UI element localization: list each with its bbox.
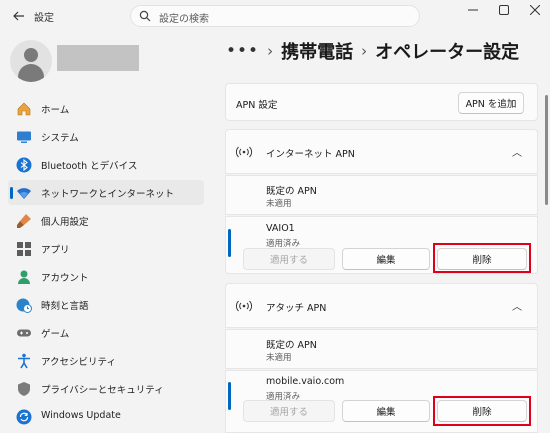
edit-button[interactable]: 編集: [342, 400, 430, 422]
sidebar-item-apps[interactable]: アプリ: [8, 236, 204, 261]
attach-apn-default: 既定の APN 未適用: [225, 329, 538, 369]
search-placeholder: 設定の検索: [159, 14, 209, 25]
add-apn-button[interactable]: APN を追加: [458, 92, 524, 114]
default-apn-label: 既定の APN: [266, 186, 317, 197]
sidebar-item-bluetooth[interactable]: Bluetooth とデバイス: [8, 152, 204, 177]
default-apn-label: 既定の APN: [266, 340, 317, 351]
wifi-icon: [17, 188, 31, 199]
globe-clock-icon: [16, 298, 32, 313]
sidebar-item-label: アプリ: [41, 245, 70, 256]
sidebar-item-label: プライバシーとセキュリティ: [41, 385, 164, 396]
sidebar-nav: ホーム システム Bluetooth とデバイス ネットワークとインターネット …: [8, 96, 204, 432]
maximize-button[interactable]: [489, 0, 519, 20]
search-input[interactable]: 設定の検索: [130, 5, 420, 27]
apply-button[interactable]: 適用する: [243, 248, 335, 270]
update-icon: [16, 409, 32, 425]
app-title: 設定: [34, 13, 54, 24]
sidebar-item-label: ホーム: [41, 105, 70, 116]
breadcrumb-more-button[interactable]: •••: [226, 41, 259, 61]
scrollbar[interactable]: [545, 95, 548, 205]
internet-apn-default: 既定の APN 未適用: [225, 175, 538, 215]
breadcrumb: ••• › 携帯電話 › オペレーター設定: [226, 38, 519, 64]
sidebar-item-gaming[interactable]: ゲーム: [8, 320, 204, 345]
sidebar-item-personalization[interactable]: 個人用設定: [8, 208, 204, 233]
page-title: オペレーター設定: [375, 42, 520, 63]
chevron-right-icon: ›: [361, 42, 368, 60]
attach-apn-header[interactable]: アタッチ APN ︿: [225, 283, 538, 328]
sidebar-item-privacy[interactable]: プライバシーとセキュリティ: [8, 376, 204, 401]
bluetooth-icon: [16, 157, 32, 173]
sidebar-item-label: Bluetooth とデバイス: [41, 161, 138, 172]
selected-indicator: [228, 229, 231, 257]
sidebar-item-home[interactable]: ホーム: [8, 96, 204, 121]
paintbrush-icon: [17, 214, 31, 228]
sidebar-item-windows-update[interactable]: Windows Update: [8, 404, 204, 429]
internet-apn-title: インターネット APN: [266, 149, 355, 160]
sidebar-item-time-language[interactable]: 時刻と言語: [8, 292, 204, 317]
person-icon: [18, 270, 30, 284]
sidebar-item-label: アクセシビリティ: [41, 357, 116, 368]
minimize-button[interactable]: [458, 0, 488, 20]
avatar[interactable]: [10, 40, 52, 82]
apply-button[interactable]: 適用する: [243, 400, 335, 422]
sidebar-item-label: ゲーム: [41, 329, 70, 340]
internet-apn-header[interactable]: インターネット APN ︿: [225, 129, 538, 174]
sidebar-item-label: アカウント: [41, 273, 89, 284]
sidebar-item-label: ネットワークとインターネット: [41, 189, 175, 200]
sidebar-item-accessibility[interactable]: アクセシビリティ: [8, 348, 204, 373]
title-bar: 設定 設定の検索: [0, 0, 550, 32]
default-apn-status: 未適用: [266, 353, 292, 363]
search-icon: [139, 10, 151, 22]
back-arrow-icon[interactable]: [8, 6, 30, 26]
user-name-redacted: [57, 45, 139, 71]
minimize-icon: [468, 9, 478, 11]
chevron-up-icon[interactable]: ︿: [512, 298, 522, 313]
selected-indicator: [228, 382, 231, 410]
antenna-icon: [236, 300, 252, 312]
maximize-icon: [499, 5, 509, 15]
sidebar-item-label: Windows Update: [41, 410, 121, 421]
sidebar-item-network[interactable]: ネットワークとインターネット: [8, 180, 204, 205]
gamepad-icon: [17, 329, 31, 337]
close-icon: [530, 5, 540, 15]
monitor-icon: [17, 131, 31, 143]
shield-icon: [18, 382, 30, 396]
sidebar-item-system[interactable]: システム: [8, 124, 204, 149]
close-button[interactable]: [520, 0, 550, 20]
apn-settings-card: APN 設定 APN を追加: [225, 83, 538, 121]
chevron-right-icon: ›: [267, 42, 274, 60]
chevron-up-icon[interactable]: ︿: [512, 144, 522, 159]
apn-entry-name: mobile.vaio.com: [266, 376, 345, 387]
highlight-box: [433, 396, 531, 426]
highlight-box: [433, 243, 531, 273]
accessibility-icon: [18, 353, 30, 369]
sidebar-item-label: システム: [41, 133, 79, 144]
antenna-icon: [236, 146, 252, 158]
sidebar-item-label: 時刻と言語: [41, 301, 89, 312]
apn-entry-name: VAIO1: [266, 223, 295, 234]
default-apn-status: 未適用: [266, 199, 292, 209]
sidebar-item-label: 個人用設定: [41, 217, 89, 228]
apn-settings-label: APN 設定: [236, 100, 278, 111]
attach-apn-title: アタッチ APN: [266, 303, 327, 314]
home-icon: [17, 102, 31, 116]
apps-icon: [17, 242, 31, 256]
edit-button[interactable]: 編集: [342, 248, 430, 270]
breadcrumb-item-mobile[interactable]: 携帯電話: [281, 38, 353, 64]
sidebar-item-accounts[interactable]: アカウント: [8, 264, 204, 289]
